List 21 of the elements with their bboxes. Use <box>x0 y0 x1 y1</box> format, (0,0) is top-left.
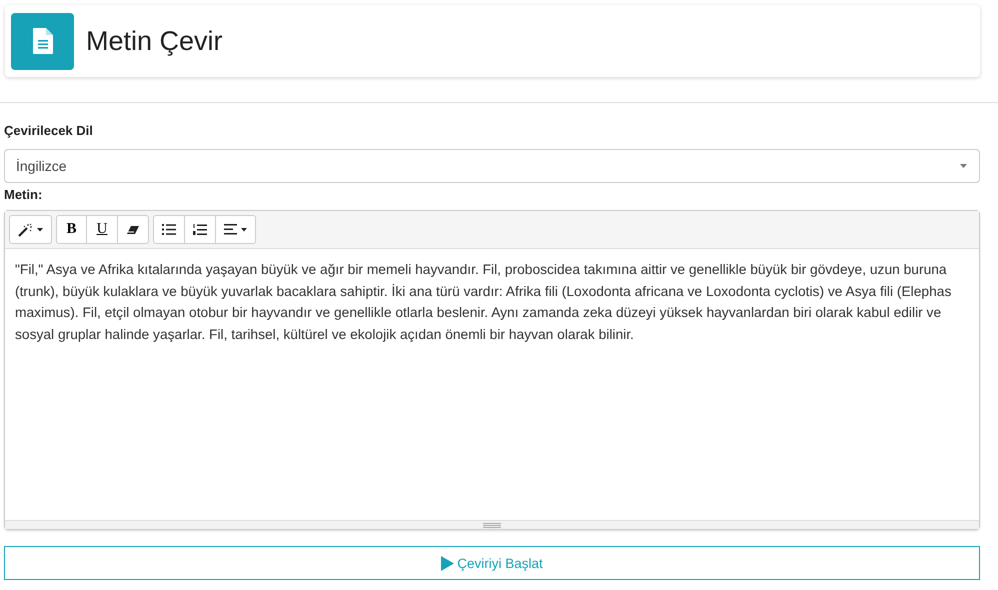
bold-button[interactable]: B <box>56 215 87 244</box>
field-label: Metin: <box>4 187 44 202</box>
editor-text[interactable]: "Fil," Asya ve Afrika kıtalarında yaşayan büyük ve ağır bir memeli hayvandır. Fil, proboscidea takımına aittir ve genellikle büyük bir gövdeye, uzun buruna (trunk), büyük kulaklara ve büyük yuvarlak bacaklara sahiptir. İki ana türü vardır: Afrika fili (Loxodonta africana ve Loxodonta cyclotis) ve Asya fili (Elephas maximus). Fil, etçil olmayan otobur bir hayvandır ve genellikle otlarla beslenir. Aynı zamanda zeka düzeyi yüksek hayvanlardan biri olarak kabul edilir ve sosyal gruplar halinde yaşarlar. Fil, tarihsel, kültürel ve ekolojik açıdan önemli bir hayvan olarak bilinir. <box>15 259 969 345</box>
resize-handle[interactable] <box>5 520 979 529</box>
ul-button[interactable] <box>153 215 185 244</box>
numbered-list-icon <box>193 224 207 236</box>
magic-button[interactable] <box>9 215 52 244</box>
eraser-icon <box>127 224 139 234</box>
field-label: Çevirilecek Dil <box>4 123 94 138</box>
align-button[interactable] <box>216 215 256 244</box>
document-icon <box>11 12 74 70</box>
align-icon <box>224 224 238 235</box>
ol-button[interactable] <box>185 215 216 244</box>
underline-button[interactable]: U <box>87 215 118 244</box>
language-select[interactable]: İngilizce <box>4 149 980 183</box>
play-icon <box>441 556 454 570</box>
magic-wand-icon <box>18 222 34 236</box>
bulleted-list-icon <box>162 224 176 235</box>
page-title: Metin Çevir <box>86 26 223 56</box>
caret-icon <box>960 164 967 168</box>
eraser-button[interactable] <box>118 215 149 244</box>
